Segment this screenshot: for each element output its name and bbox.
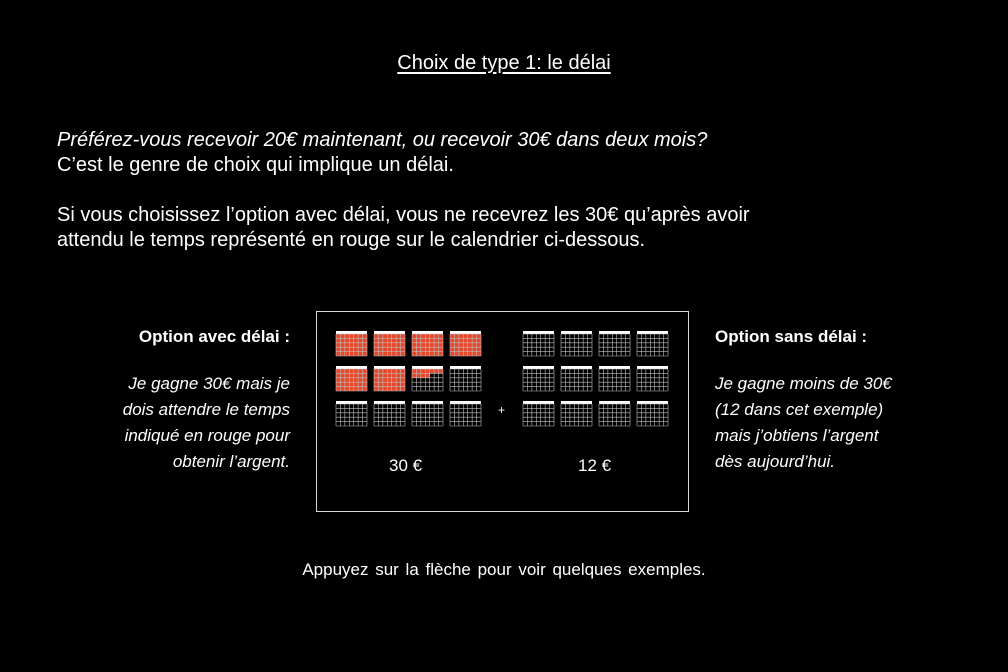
intro-line-2: C’est le genre de choix qui implique un … [57,154,454,176]
delay-calendar-month-9 [335,401,368,427]
nodelay-calendar-month-6 [560,366,593,392]
nodelay-calendar-month-12 [636,401,669,427]
option-delay-line: obtenir l’argent. [172,452,290,471]
option-delay-heading: Option avec délai : [138,327,290,346]
delay-calendar-month-8 [449,366,482,392]
option-delay-description: Option avec délai : Je gagne 30€ mais je… [40,326,290,475]
nodelay-calendar-month-3 [598,331,631,357]
nodelay-amount: 12 € [578,456,612,475]
intro-question: Préférez-vous recevoir 20€ maintenant, o… [57,129,708,151]
option-nodelay-line: dès aujourd’hui. [715,452,836,471]
plus-sign: + [498,403,506,417]
delay-calendar-month-11 [411,401,444,427]
slide-title: Choix de type 1: le délai [397,52,611,74]
option-nodelay-heading: Option sans délai : [715,327,868,346]
delay-calendar-month-3 [411,331,444,357]
option-delay-line: indiqué en rouge pour [124,426,290,445]
delay-calendar-month-6 [373,366,406,392]
option-nodelay-line: (12 dans cet exemple) [715,400,884,419]
delay-amount: 30 € [389,456,423,475]
nodelay-calendar-month-9 [522,401,555,427]
option-nodelay-body: Je gagne moins de 30€ (12 dans cet exemp… [715,371,975,475]
intro-line-3: Si vous choisissez l’option avec délai, … [57,204,750,226]
intro-line-4: attendu le temps représenté en rouge sur… [57,229,646,251]
footer-instruction: Appuyez sur la flèche pour voir quelques… [302,560,706,579]
delay-calendar-month-10 [373,401,406,427]
delay-calendar-month-1 [335,331,368,357]
nodelay-calendar-month-1 [522,331,555,357]
delay-calendar-month-4 [449,331,482,357]
option-nodelay-description: Option sans délai : Je gagne moins de 30… [715,326,975,475]
nodelay-calendar-month-5 [522,366,555,392]
intro-text: Préférez-vous recevoir 20€ maintenant, o… [57,128,957,253]
delay-calendar-month-2 [373,331,406,357]
delay-calendar-month-7 [411,366,444,392]
delay-calendar-month-12 [449,401,482,427]
nodelay-calendar-month-2 [560,331,593,357]
option-delay-line: Je gagne 30€ mais je [128,374,290,393]
option-nodelay-line: mais j’obtiens l’argent [715,426,879,445]
nodelay-calendar-month-8 [636,366,669,392]
option-nodelay-line: Je gagne moins de 30€ [715,374,892,393]
nodelay-calendar-month-10 [560,401,593,427]
nodelay-calendar-month-11 [598,401,631,427]
option-delay-body: Je gagne 30€ mais je dois attendre le te… [40,371,290,475]
nodelay-calendar-month-7 [598,366,631,392]
delay-calendar-month-5 [335,366,368,392]
nodelay-calendar-month-4 [636,331,669,357]
option-delay-line: dois attendre le temps [122,400,290,419]
